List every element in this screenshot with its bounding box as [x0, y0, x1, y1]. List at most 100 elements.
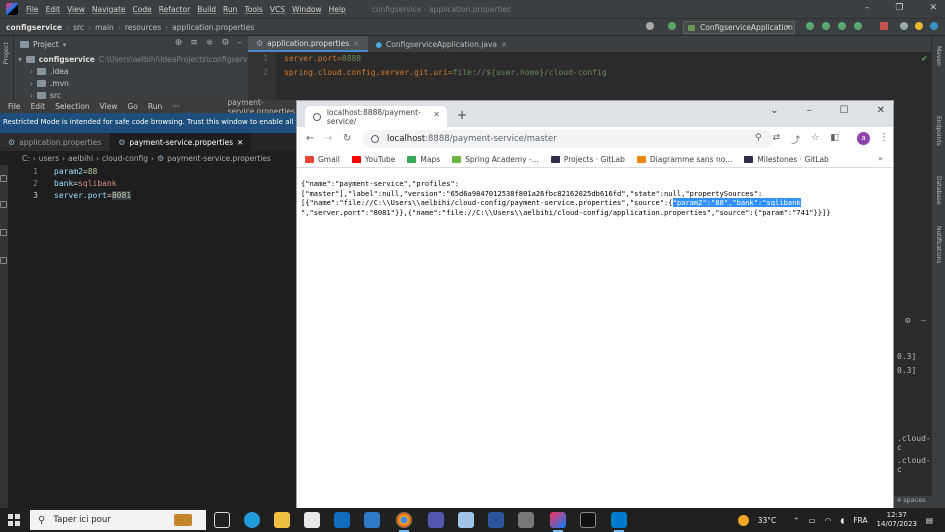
word-icon[interactable]	[488, 512, 504, 528]
console-settings-gear-icon[interactable]: ⚙	[905, 316, 910, 326]
close-icon[interactable]: ✕	[877, 105, 885, 116]
coverage-icon[interactable]	[838, 22, 846, 30]
bookmark-gitlab-projects[interactable]: Projects · GitLab	[550, 155, 625, 164]
vscode-menu-file[interactable]: File	[8, 102, 21, 111]
run-configuration-selector[interactable]: ConfigserviceApplication	[683, 21, 795, 34]
expand-all-icon[interactable]: ≡	[190, 38, 198, 48]
bookmarks-overflow-icon[interactable]: »	[878, 154, 883, 163]
rerun-icon[interactable]	[806, 22, 814, 30]
minimize-icon[interactable]: –	[865, 3, 870, 13]
minimize-icon[interactable]: –	[807, 105, 812, 116]
zoom-search-icon[interactable]: ⚲	[755, 133, 762, 146]
menu-view[interactable]: View	[67, 5, 85, 14]
tray-overflow-icon[interactable]: ⌃	[793, 516, 799, 525]
menu-window[interactable]: Window	[292, 5, 322, 14]
reload-icon[interactable]: ↻	[343, 133, 351, 144]
bookmark-star-icon[interactable]: ☆	[811, 133, 819, 146]
tree-item[interactable]: › src	[30, 91, 61, 100]
address-bar[interactable]: localhost:8888/payment-service/master	[363, 130, 773, 148]
restore-icon[interactable]: ❐	[895, 3, 903, 13]
store-icon[interactable]	[304, 512, 320, 528]
vscode-code-editor[interactable]: 1 2 3 param2=88 bank=sqlibank server.por…	[0, 165, 296, 510]
kebab-menu-icon[interactable]: ⋮	[879, 132, 889, 143]
vscode-menu-selection[interactable]: Selection	[55, 102, 90, 111]
close-tab-icon[interactable]: ✕	[433, 110, 440, 119]
new-tab-icon[interactable]: +	[457, 108, 467, 122]
console-hide-icon[interactable]: –	[921, 316, 926, 325]
menu-tools[interactable]: Tools	[244, 5, 262, 14]
debug-icon[interactable]	[822, 22, 830, 30]
locate-icon[interactable]: ⊕	[175, 38, 183, 48]
tree-root[interactable]: ▾ configservice C:\Users\aelbihi\IdeaPro…	[18, 55, 258, 64]
taskbar-search-box[interactable]: ⚲ Taper ici pour	[30, 510, 206, 530]
tab-configservice-application-java[interactable]: ● ConfigserviceApplication.java ×	[368, 36, 516, 52]
vscode-menu-run[interactable]: Run	[148, 102, 162, 111]
menu-file[interactable]: File	[26, 5, 39, 14]
notifications-icon[interactable]: ▤	[926, 516, 933, 525]
windows-start-icon[interactable]	[8, 514, 20, 526]
extensions-icon[interactable]	[0, 257, 7, 264]
hide-panel-icon[interactable]: –	[238, 38, 243, 48]
chrome-tab[interactable]: localhost:8888/payment-service/ ✕	[305, 106, 447, 127]
volume-icon[interactable]: ◖	[840, 516, 844, 525]
breadcrumb-main[interactable]: main	[95, 23, 114, 32]
bookmark-diagram[interactable]: Diagramme sans no...	[636, 155, 732, 164]
chevron-down-icon[interactable]: ⌄	[770, 105, 778, 116]
bookmark-maps[interactable]: Maps	[407, 155, 440, 164]
intellij-code-editor[interactable]: 1 2 server.port=8888 spring.cloud.config…	[248, 52, 931, 100]
project-view-selector[interactable]: Project	[33, 40, 59, 49]
chrome-icon[interactable]	[396, 512, 412, 532]
endpoints-tool-tab[interactable]: Endpoints	[935, 116, 942, 146]
vscode-menu-edit[interactable]: Edit	[31, 102, 46, 111]
collapse-all-icon[interactable]: ≑	[206, 38, 214, 48]
mail-icon[interactable]	[334, 512, 350, 528]
intellij-icon[interactable]	[550, 512, 566, 532]
translate-icon[interactable]: ⇄	[773, 133, 781, 146]
bookmark-youtube[interactable]: YouTube	[351, 155, 395, 164]
tab-application-properties[interactable]: ⚙ application.properties ×	[248, 36, 368, 52]
breadcrumb-file[interactable]: payment-service.properties	[167, 154, 271, 165]
intellij-status-indent[interactable]: 4 spaces	[893, 496, 945, 508]
run-debug-icon[interactable]	[0, 229, 7, 236]
restricted-mode-banner[interactable]: Restricted Mode is intended for safe cod…	[0, 113, 296, 133]
close-tab-icon[interactable]: ×	[353, 39, 359, 48]
share-icon[interactable]: ⤴	[791, 133, 800, 146]
breadcrumb-project[interactable]: configservice	[6, 23, 62, 32]
menu-refactor[interactable]: Refactor	[159, 5, 190, 14]
forward-arrow-icon[interactable]: →	[324, 133, 332, 144]
tree-item[interactable]: › .idea	[30, 67, 68, 76]
menu-build[interactable]: Build	[197, 5, 216, 14]
bookmark-gmail[interactable]: Gmail	[305, 155, 340, 164]
explorer-icon[interactable]	[0, 175, 7, 182]
wifi-icon[interactable]: ◠	[825, 516, 832, 525]
json-response[interactable]: {"name":"payment-service","profiles": ["…	[301, 179, 886, 217]
side-panel-icon[interactable]: ◧	[830, 133, 839, 146]
site-info-icon[interactable]	[371, 135, 379, 143]
tool-app-icon[interactable]	[518, 512, 534, 528]
breadcrumb-src[interactable]: src	[73, 23, 84, 32]
edge-icon[interactable]	[244, 512, 260, 528]
breadcrumb-resources[interactable]: resources	[125, 23, 161, 32]
profile-avatar[interactable]: a	[857, 132, 870, 145]
menu-navigate[interactable]: Navigate	[92, 5, 126, 14]
menu-help[interactable]: Help	[329, 5, 346, 14]
terminal-icon[interactable]	[580, 512, 596, 528]
input-language[interactable]: FRA	[853, 516, 867, 525]
breadcrumb-drive[interactable]: C:	[22, 154, 30, 165]
menu-vcs[interactable]: VCS	[270, 5, 285, 14]
clock[interactable]: 12:37 14/07/2023	[877, 511, 917, 529]
bookmark-spring-academy[interactable]: Spring Academy -...	[452, 155, 539, 164]
vscode-menu-view[interactable]: View	[100, 102, 118, 111]
vscode-icon[interactable]	[611, 512, 627, 532]
settings-app-icon[interactable]	[364, 512, 380, 528]
updates-icon[interactable]	[915, 22, 923, 30]
network-icon[interactable]: ▭	[809, 516, 816, 525]
vscode-menu-go[interactable]: Go	[127, 102, 137, 111]
weather-sun-icon[interactable]	[737, 514, 749, 526]
menu-edit[interactable]: Edit	[46, 5, 61, 14]
back-arrow-icon[interactable]: ←	[306, 133, 314, 144]
breadcrumb-user[interactable]: aelbihi	[68, 154, 93, 165]
breadcrumb-users[interactable]: users	[39, 154, 59, 165]
source-control-icon[interactable]	[0, 201, 7, 208]
maximize-icon[interactable]: ☐	[840, 105, 849, 116]
